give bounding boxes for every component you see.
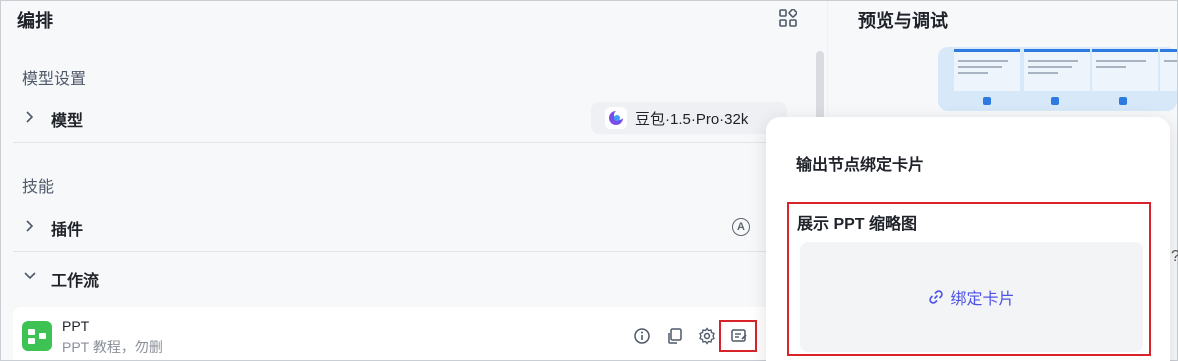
orchestration-panel: 编排 模型设置 模型 豆包·1.5·Pro·32k 技能 插件 A 工作流 PP… (1, 1, 827, 360)
doubao-logo-icon (605, 107, 627, 129)
orchestration-title: 编排 (17, 11, 53, 31)
link-icon (929, 290, 944, 304)
bind-card-popover: 输出节点绑定卡片 展示 PPT 缩略图 绑定卡片 (766, 117, 1170, 361)
thumbnail-section-title: 展示 PPT 缩略图 (797, 216, 918, 233)
plugin-auto-icon[interactable]: A (732, 218, 750, 236)
stray-glyph: ? (1171, 248, 1178, 266)
chevron-right-icon[interactable] (23, 110, 37, 124)
model-selector[interactable]: 豆包·1.5·Pro·32k (591, 102, 787, 134)
gear-icon[interactable] (698, 327, 716, 345)
slide-thumbnail (954, 49, 1020, 91)
workflow-item[interactable]: PPT PPT 教程，勿删 (13, 307, 813, 360)
slide-thumbnail (1024, 49, 1090, 91)
slide-icon (983, 97, 991, 105)
section-model-settings: 模型设置 (22, 71, 87, 88)
grid-icon[interactable] (779, 9, 797, 27)
workflow-icon (22, 321, 52, 351)
workflow-name: PPT (62, 318, 90, 334)
section-skills: 技能 (22, 179, 55, 196)
slide-icon (1119, 97, 1127, 105)
divider (13, 142, 813, 143)
thumbnail-section: 展示 PPT 缩略图 绑定卡片 (787, 202, 1151, 356)
workflow-row-label[interactable]: 工作流 (51, 267, 99, 291)
info-icon[interactable] (633, 327, 651, 345)
bind-card-button[interactable]: 绑定卡片 (800, 242, 1143, 352)
preview-title: 预览与调试 (858, 11, 948, 31)
popover-title: 输出节点绑定卡片 (796, 157, 925, 174)
bind-card-highlight (719, 320, 757, 352)
workflow-description: PPT 教程，勿删 (62, 339, 163, 355)
bind-card-label: 绑定卡片 (950, 291, 1015, 308)
chevron-right-icon[interactable] (23, 219, 37, 233)
plugins-row-label[interactable]: 插件 (51, 216, 83, 240)
ppt-thumbnail-preview (938, 47, 1177, 111)
slide-icon (1051, 97, 1059, 105)
chevron-down-icon[interactable] (23, 269, 37, 283)
divider (13, 251, 813, 252)
slide-thumbnail (1092, 49, 1158, 91)
model-row-label[interactable]: 模型 (51, 107, 83, 131)
model-name: 豆包·1.5·Pro·32k (635, 110, 749, 128)
slide-thumbnail (1160, 49, 1177, 91)
copy-icon[interactable] (666, 327, 684, 345)
